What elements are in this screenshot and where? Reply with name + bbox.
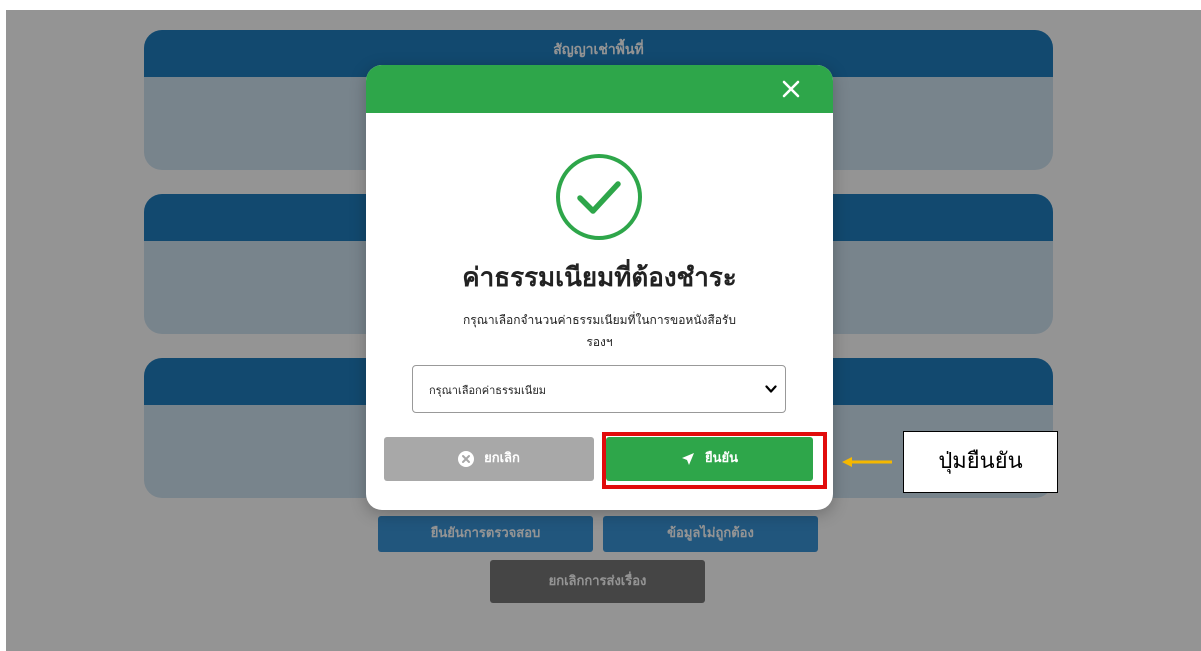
- arrow-left-icon: [842, 457, 892, 467]
- times-circle-icon: [458, 450, 475, 467]
- modal-description: กรุณาเลือกจำนวนค่าธรรมเนียมที่ในการขอหนั…: [416, 309, 783, 353]
- description-line: รองฯ: [586, 335, 613, 349]
- modal-cancel-button[interactable]: ยกเลิก: [384, 437, 594, 481]
- fee-select[interactable]: กรุณาเลือกค่าธรรมเนียม: [412, 365, 786, 413]
- modal-header: [366, 65, 833, 113]
- modal-cancel-label: ยกเลิก: [484, 451, 520, 466]
- fee-select-value: กรุณาเลือกค่าธรรมเนียม: [429, 384, 547, 397]
- chevron-down-icon: [765, 385, 777, 393]
- page-viewport: สัญญาเช่าพื้นที่ ยืนยันการตรวจสอบ ข้อมูล…: [6, 10, 1201, 651]
- check-circle-icon: [556, 154, 642, 240]
- description-line: กรุณาเลือกจำนวนค่าธรรมเนียมที่ในการขอหนั…: [463, 313, 736, 327]
- modal-title: ค่าธรรมเนียมที่ต้องชำระ: [462, 263, 737, 293]
- close-icon[interactable]: [779, 77, 803, 101]
- confirm-highlight-box: [602, 432, 827, 489]
- annotation-callout: ปุ่มยืนยัน: [903, 431, 1058, 493]
